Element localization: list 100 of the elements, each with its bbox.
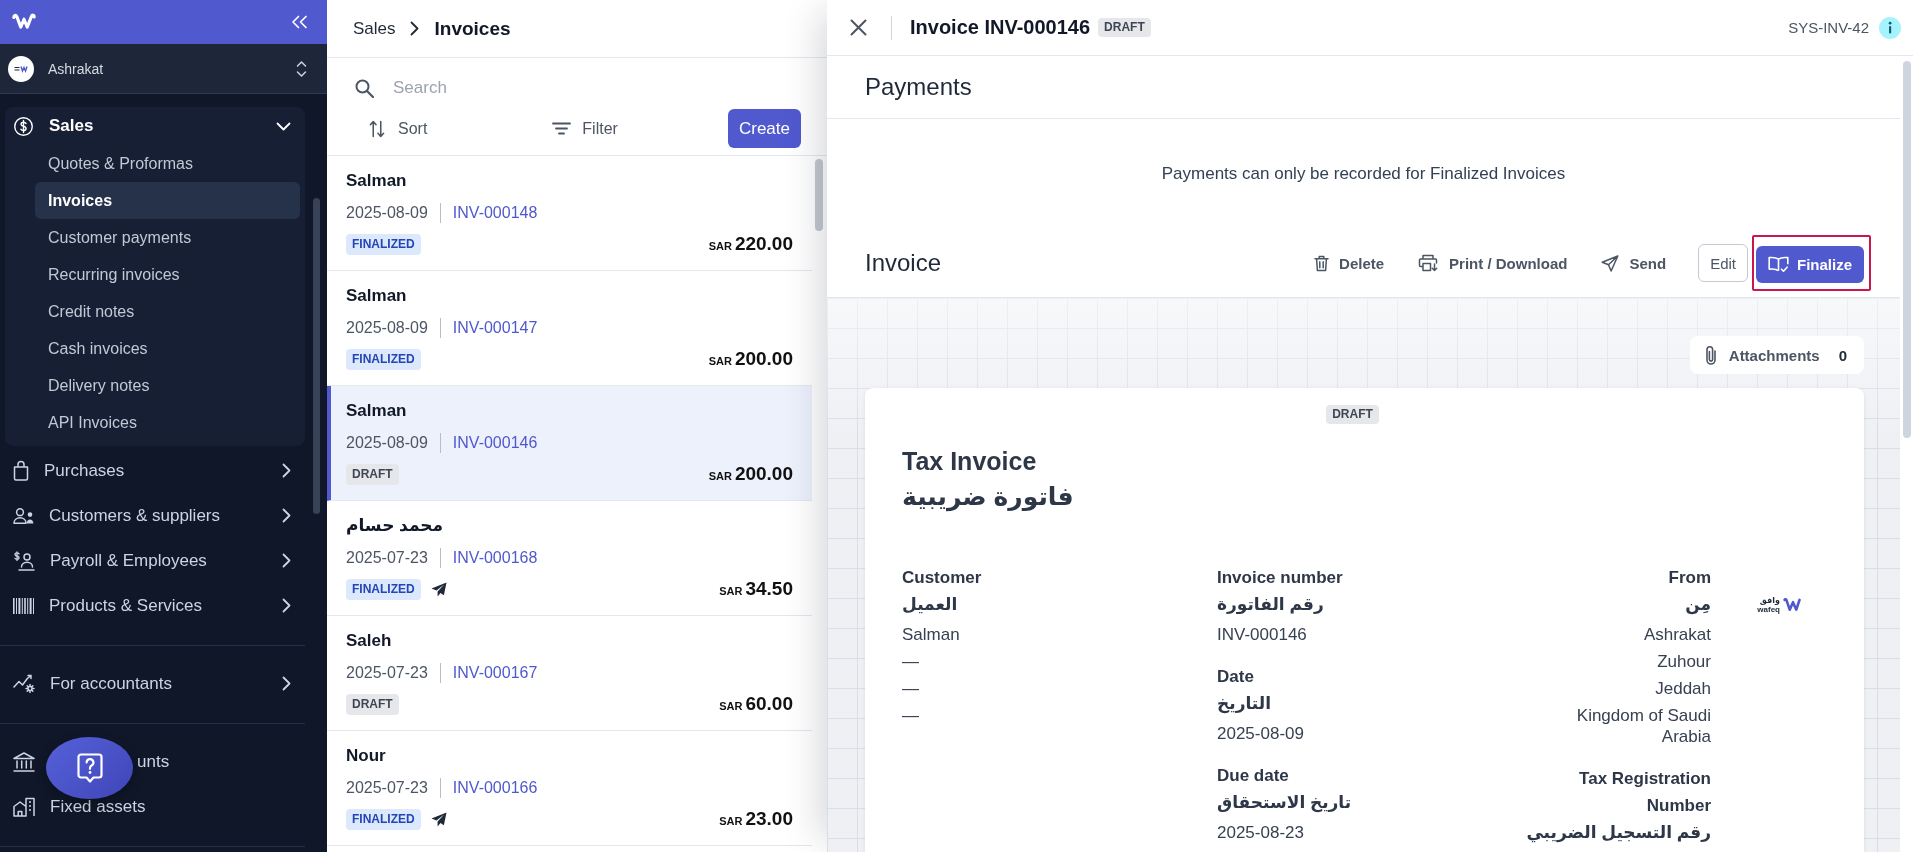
collapse-icon[interactable] xyxy=(291,15,308,29)
search-icon xyxy=(355,78,374,98)
nav-item[interactable]: unts xyxy=(5,739,305,784)
field-label: From xyxy=(1668,568,1711,587)
customer-name: Salman xyxy=(346,401,407,420)
field-value: — xyxy=(902,679,919,698)
logo-text: wafeq xyxy=(1757,605,1780,614)
print-download-button[interactable]: Print / Download xyxy=(1402,244,1584,282)
organization-switcher[interactable]: Ashrakat xyxy=(0,44,327,94)
field-label: Due date xyxy=(1217,766,1289,785)
field-label-arabic: العميل xyxy=(902,595,958,614)
nav-subitem[interactable]: Delivery notes xyxy=(35,367,300,404)
nav-subitem[interactable]: Invoices xyxy=(35,182,300,219)
attachments-button[interactable]: Attachments 0 xyxy=(1689,336,1864,374)
field-label-arabic: تاريخ الاستحقاق xyxy=(1217,793,1352,812)
barcode-icon xyxy=(13,597,34,614)
filter-button[interactable]: Filter xyxy=(543,109,627,148)
scrollbar-thumb[interactable] xyxy=(313,198,320,514)
field-label-arabic: مِن xyxy=(1685,595,1711,614)
breadcrumb-link[interactable]: Sales xyxy=(353,18,396,39)
send-button[interactable]: Send xyxy=(1585,244,1683,282)
field-value: Zuhour xyxy=(1657,652,1711,671)
info-icon[interactable] xyxy=(1879,16,1901,39)
field-value: INV-000146 xyxy=(1217,625,1307,644)
nav-subitem[interactable]: Customer payments xyxy=(35,219,300,256)
nav-item[interactable]: Payroll & Employees xyxy=(5,538,305,583)
invoice-number: INV-000147 xyxy=(452,319,538,337)
field-value: Jeddah xyxy=(1655,679,1711,698)
invoice-number: INV-000148 xyxy=(452,204,538,222)
dollar-circle-icon xyxy=(13,115,34,137)
nav-item[interactable]: Products & Services xyxy=(5,583,305,628)
invoice-list-item[interactable]: Nour 2025-07-23 INV-000166 FINALIZED SAR 23.00 xyxy=(327,731,812,846)
field-value: 2025-08-23 xyxy=(1217,823,1304,842)
printer-icon xyxy=(1418,254,1440,272)
nav-subitem[interactable]: Recurring invoices xyxy=(35,256,300,293)
bank-icon xyxy=(13,751,35,772)
invoice-date: 2025-07-23 xyxy=(346,664,428,682)
field-value: Kingdom of Saudi Arabia xyxy=(1576,706,1711,746)
edit-button[interactable]: Edit xyxy=(1698,244,1748,282)
delete-button[interactable]: Delete xyxy=(1298,244,1401,282)
close-icon[interactable] xyxy=(850,19,867,36)
invoice-list-item[interactable]: Salman 2025-08-09 INV-000148 FINALIZED SAR 220.00 xyxy=(327,156,812,271)
status-badge: DRAFT xyxy=(346,463,399,485)
currency-code: SAR xyxy=(719,815,743,827)
sort-icon xyxy=(369,119,385,138)
invoice-date: 2025-08-09 xyxy=(346,319,428,337)
buildings-icon xyxy=(13,796,35,817)
finalize-button[interactable]: Finalize xyxy=(1756,246,1864,283)
customer-name: محمد حسام xyxy=(346,516,444,535)
field-label-arabic: رقم التسجيل الضريبي xyxy=(1526,823,1711,842)
chevron-right-icon xyxy=(409,21,419,36)
nav-item[interactable]: Sales xyxy=(5,107,305,145)
nav-subitem[interactable]: Quotes & Proformas xyxy=(35,145,300,182)
document-title-arabic: فاتورة ضريبية xyxy=(902,482,1074,510)
customer-name: Salman xyxy=(346,286,407,305)
create-button[interactable]: Create xyxy=(727,109,801,148)
amount: 220.00 xyxy=(734,233,793,255)
amount: 34.50 xyxy=(745,578,793,600)
amount: 23.00 xyxy=(745,808,793,830)
nav-item[interactable]: Fixed assets xyxy=(5,784,305,829)
invoice-date: 2025-07-23 xyxy=(346,549,428,567)
status-badge: DRAFT xyxy=(1098,18,1151,37)
scrollbar-thumb[interactable] xyxy=(1903,61,1911,438)
logo-icon xyxy=(12,13,36,31)
invoice-list-item[interactable]: Salman 2025-08-09 INV-000146 DRAFT SAR 200.00 xyxy=(327,386,812,501)
nav-subitem[interactable]: Cash invoices xyxy=(35,330,300,367)
section-title: Payments xyxy=(865,73,972,101)
invoice-number: INV-000146 xyxy=(452,434,538,452)
search-field[interactable]: Search xyxy=(393,74,593,102)
customer-name: Salman xyxy=(346,171,407,190)
page-title: Invoices xyxy=(434,17,511,40)
chevron-up-down-icon xyxy=(296,59,307,78)
nav-item[interactable]: Customers & suppliers xyxy=(5,493,305,538)
system-id: SYS-INV-42 xyxy=(1788,19,1869,36)
nav-item[interactable]: For accountants xyxy=(5,661,305,706)
invoice-list-item[interactable]: Saleh 2025-07-23 INV-000167 DRAFT SAR 60.00 xyxy=(327,616,812,731)
currency-code: SAR xyxy=(708,240,732,252)
field-value: Ashrakat xyxy=(1643,625,1711,644)
nav-subitem[interactable]: Credit notes xyxy=(35,293,300,330)
currency-code: SAR xyxy=(719,585,743,597)
customer-name: Nour xyxy=(346,746,386,765)
scrollbar-thumb[interactable] xyxy=(815,159,823,231)
field-label: Tax Registration Number xyxy=(1579,769,1711,815)
document-title: Tax Invoice xyxy=(902,447,1037,475)
field-value: — xyxy=(902,706,919,725)
nav-subitem[interactable]: API Invoices xyxy=(35,404,300,441)
logo-icon xyxy=(1783,598,1803,612)
paperclip-icon xyxy=(1704,344,1717,366)
help-icon xyxy=(76,753,103,783)
status-badge: FINALIZED xyxy=(346,808,421,830)
book-check-icon xyxy=(1768,256,1789,273)
amount: 60.00 xyxy=(745,693,793,715)
filter-icon xyxy=(552,122,572,135)
currency-code: SAR xyxy=(719,700,743,712)
nav-item[interactable]: Purchases xyxy=(5,448,305,493)
dollar-person-icon xyxy=(13,550,35,571)
people-icon xyxy=(13,507,34,524)
field-label-arabic: رقم الفاتورة xyxy=(1217,595,1324,614)
amount: 200.00 xyxy=(734,348,793,370)
sort-button[interactable]: Sort xyxy=(360,109,437,148)
